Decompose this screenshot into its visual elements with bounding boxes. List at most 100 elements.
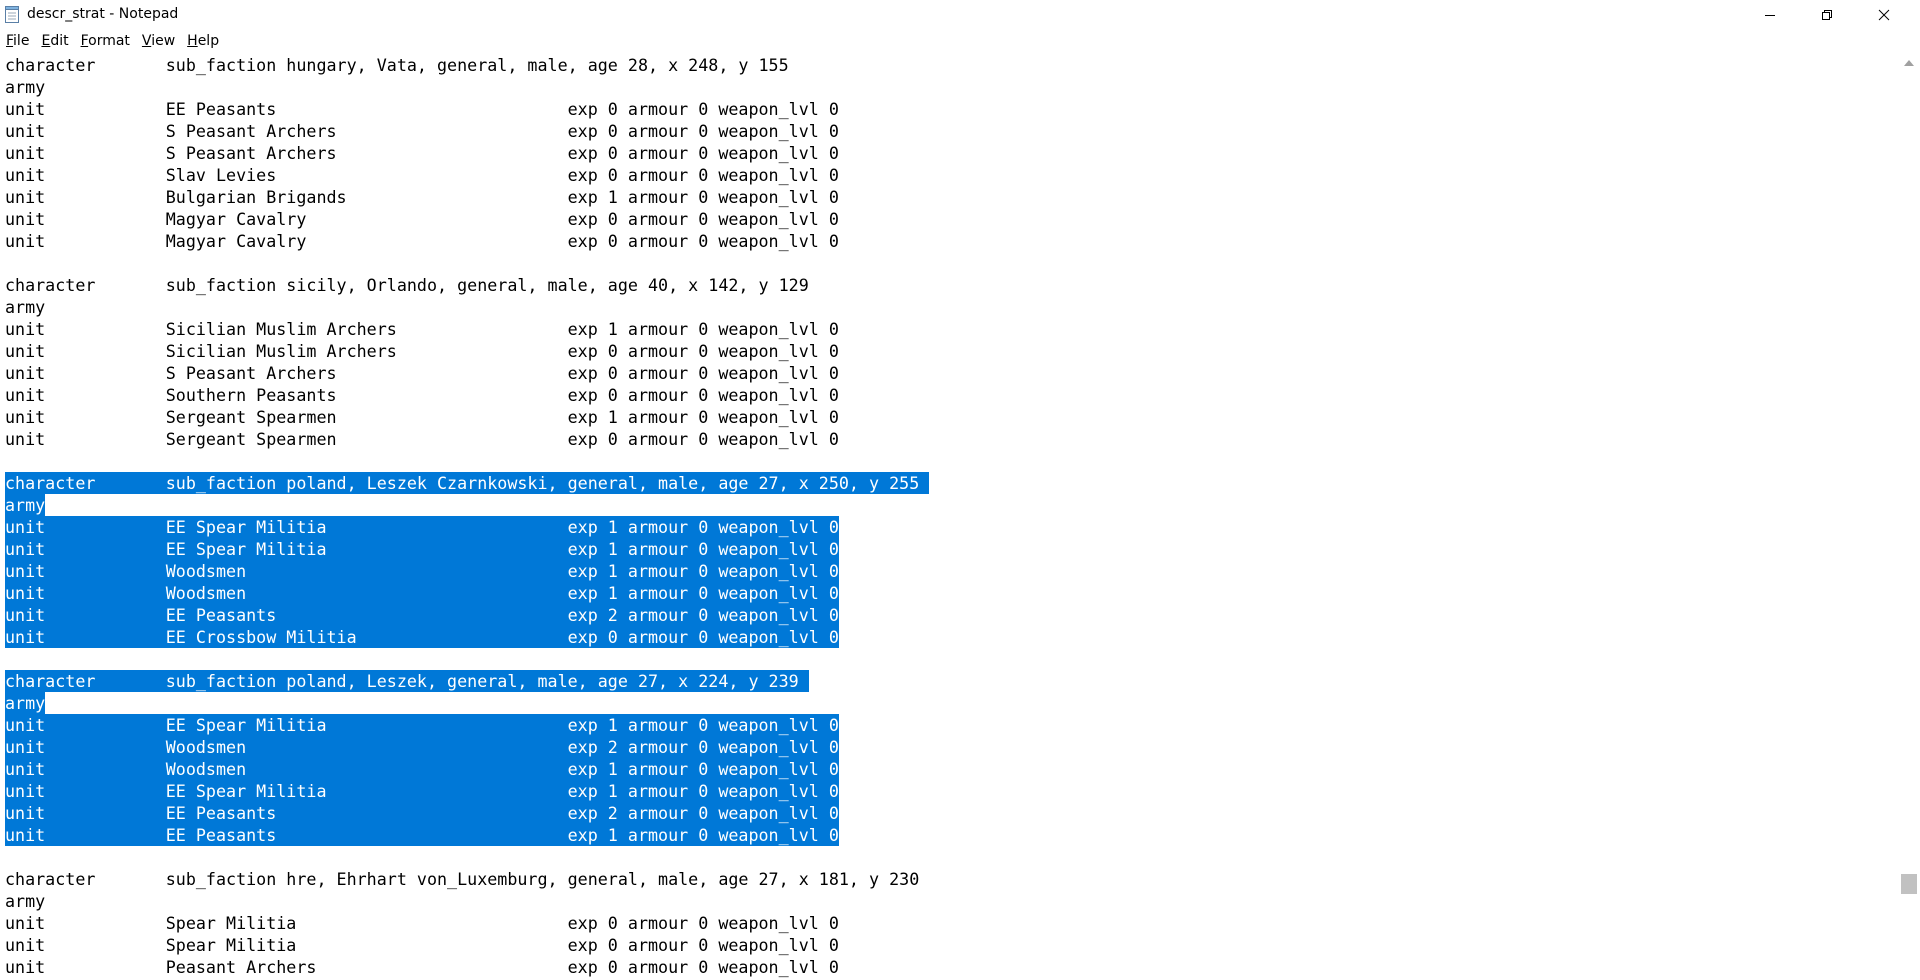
scroll-up-arrow-icon bbox=[1904, 60, 1914, 66]
text-line[interactable]: unit Bulgarian Brigands exp 1 armour 0 w… bbox=[5, 186, 929, 208]
scroll-thumb[interactable] bbox=[1901, 874, 1917, 894]
text-line[interactable]: unit EE Peasants exp 0 armour 0 weapon_l… bbox=[5, 98, 929, 120]
text-line[interactable]: character sub_faction poland, Leszek Cza… bbox=[5, 472, 930, 494]
text-line[interactable]: unit EE Crossbow Militia exp 0 armour 0 … bbox=[5, 626, 929, 648]
menu-file-mnemonic: F bbox=[6, 33, 14, 49]
text-line-content: unit Magyar Cavalry exp 0 armour 0 weapo… bbox=[5, 231, 839, 251]
vertical-scrollbar[interactable] bbox=[1898, 54, 1920, 980]
text-line-content: unit EE Peasants exp 0 armour 0 weapon_l… bbox=[5, 99, 839, 119]
menu-format-label: ormat bbox=[88, 33, 130, 49]
text-line[interactable]: army bbox=[5, 76, 929, 98]
text-line[interactable] bbox=[5, 252, 929, 274]
text-line-content: character sub_faction hungary, Vata, gen… bbox=[5, 55, 789, 75]
text-line[interactable]: unit EE Spear Militia exp 1 armour 0 wea… bbox=[5, 714, 929, 736]
title-bar[interactable]: descr_strat - Notepad bbox=[0, 0, 1920, 30]
text-line[interactable] bbox=[5, 846, 929, 868]
text-line-content: unit Magyar Cavalry exp 0 armour 0 weapo… bbox=[5, 209, 839, 229]
menu-bar: File Edit Format View Help bbox=[0, 30, 1920, 52]
text-line-content: unit EE Spear Militia exp 1 armour 0 wea… bbox=[5, 538, 839, 560]
text-editor[interactable]: character sub_faction hungary, Vata, gen… bbox=[0, 54, 1898, 980]
text-line-content: unit EE Peasants exp 2 armour 0 weapon_l… bbox=[5, 604, 839, 626]
text-line[interactable]: unit Peasant Archers exp 0 armour 0 weap… bbox=[5, 956, 929, 978]
text-line-content: unit EE Peasants exp 1 armour 0 weapon_l… bbox=[5, 824, 839, 846]
text-line-content: character sub_faction poland, Leszek Cza… bbox=[5, 472, 930, 494]
text-line[interactable]: unit Woodsmen exp 1 armour 0 weapon_lvl … bbox=[5, 582, 929, 604]
text-line-content: unit Woodsmen exp 1 armour 0 weapon_lvl … bbox=[5, 560, 839, 582]
text-line[interactable]: unit Sicilian Muslim Archers exp 1 armou… bbox=[5, 318, 929, 340]
text-line-content: unit Sergeant Spearmen exp 0 armour 0 we… bbox=[5, 429, 839, 449]
menu-edit-label: dit bbox=[50, 33, 69, 49]
text-line-content: army bbox=[5, 891, 46, 911]
text-line[interactable]: army bbox=[5, 890, 929, 912]
minimize-icon bbox=[1765, 15, 1775, 16]
menu-help[interactable]: Help bbox=[181, 30, 225, 52]
text-line[interactable] bbox=[5, 648, 929, 670]
text-line[interactable]: unit EE Spear Militia exp 1 armour 0 wea… bbox=[5, 516, 929, 538]
menu-edit[interactable]: Edit bbox=[35, 30, 74, 52]
close-button[interactable] bbox=[1856, 0, 1912, 30]
text-line[interactable]: character sub_faction poland, Leszek, ge… bbox=[5, 670, 929, 692]
text-line-content: unit EE Spear Militia exp 1 armour 0 wea… bbox=[5, 780, 839, 802]
text-line[interactable] bbox=[5, 450, 929, 472]
menu-format[interactable]: Format bbox=[75, 30, 136, 52]
menu-edit-mnemonic: E bbox=[41, 33, 51, 49]
close-icon bbox=[1878, 9, 1890, 21]
text-line-content: unit S Peasant Archers exp 0 armour 0 we… bbox=[5, 121, 839, 141]
menu-file[interactable]: File bbox=[0, 30, 35, 52]
text-line[interactable]: unit S Peasant Archers exp 0 armour 0 we… bbox=[5, 362, 929, 384]
text-line-content: army bbox=[5, 692, 46, 714]
text-line[interactable]: unit Woodsmen exp 2 armour 0 weapon_lvl … bbox=[5, 736, 929, 758]
text-line-content: unit Sicilian Muslim Archers exp 0 armou… bbox=[5, 341, 839, 361]
text-line[interactable]: unit S Peasant Archers exp 0 armour 0 we… bbox=[5, 142, 929, 164]
text-line-content: unit EE Peasants exp 2 armour 0 weapon_l… bbox=[5, 802, 839, 824]
text-line[interactable]: unit Sicilian Muslim Archers exp 0 armou… bbox=[5, 340, 929, 362]
text-line-content: army bbox=[5, 297, 46, 317]
text-line[interactable]: unit EE Spear Militia exp 1 armour 0 wea… bbox=[5, 538, 929, 560]
text-line-content: army bbox=[5, 494, 46, 516]
text-line-content: unit EE Crossbow Militia exp 0 armour 0 … bbox=[5, 626, 839, 648]
text-line[interactable]: army bbox=[5, 296, 929, 318]
menu-file-label: ile bbox=[13, 33, 30, 49]
text-line-content: unit Peasant Archers exp 0 armour 0 weap… bbox=[5, 957, 839, 977]
text-line-content: unit Slav Levies exp 0 armour 0 weapon_l… bbox=[5, 165, 839, 185]
text-line[interactable]: character sub_faction hre, Ehrhart von_L… bbox=[5, 868, 929, 890]
text-line[interactable]: character sub_faction sicily, Orlando, g… bbox=[5, 274, 929, 296]
text-line-content: unit Southern Peasants exp 0 armour 0 we… bbox=[5, 385, 839, 405]
text-line-content: unit Woodsmen exp 1 armour 0 weapon_lvl … bbox=[5, 582, 839, 604]
text-line-content: character sub_faction hre, Ehrhart von_L… bbox=[5, 869, 920, 889]
text-line[interactable]: unit Spear Militia exp 0 armour 0 weapon… bbox=[5, 934, 929, 956]
text-line[interactable]: unit S Peasant Archers exp 0 armour 0 we… bbox=[5, 120, 929, 142]
text-content[interactable]: character sub_faction hungary, Vata, gen… bbox=[5, 54, 930, 978]
scroll-up-button[interactable] bbox=[1898, 54, 1920, 72]
restore-button[interactable] bbox=[1799, 0, 1855, 30]
text-line[interactable]: unit Woodsmen exp 1 armour 0 weapon_lvl … bbox=[5, 560, 929, 582]
minimize-button[interactable] bbox=[1742, 0, 1798, 30]
text-line[interactable]: unit Slav Levies exp 0 armour 0 weapon_l… bbox=[5, 164, 929, 186]
text-line-content: army bbox=[5, 77, 46, 97]
text-line[interactable]: army bbox=[5, 494, 929, 516]
menu-help-label: elp bbox=[197, 33, 220, 49]
text-line[interactable]: unit Magyar Cavalry exp 0 armour 0 weapo… bbox=[5, 230, 929, 252]
text-line-content: unit Sicilian Muslim Archers exp 1 armou… bbox=[5, 319, 839, 339]
menu-view[interactable]: View bbox=[136, 30, 181, 52]
text-line[interactable]: unit EE Peasants exp 2 armour 0 weapon_l… bbox=[5, 802, 929, 824]
text-line[interactable]: unit Magyar Cavalry exp 0 armour 0 weapo… bbox=[5, 208, 929, 230]
text-line[interactable]: unit Southern Peasants exp 0 armour 0 we… bbox=[5, 384, 929, 406]
text-line[interactable]: character sub_faction hungary, Vata, gen… bbox=[5, 54, 929, 76]
menu-view-label: iew bbox=[151, 33, 176, 49]
text-line[interactable]: unit EE Peasants exp 2 armour 0 weapon_l… bbox=[5, 604, 929, 626]
text-line[interactable]: unit EE Spear Militia exp 1 armour 0 wea… bbox=[5, 780, 929, 802]
notepad-icon[interactable] bbox=[4, 6, 20, 23]
text-line[interactable]: unit Sergeant Spearmen exp 1 armour 0 we… bbox=[5, 406, 929, 428]
text-line-content: unit Sergeant Spearmen exp 1 armour 0 we… bbox=[5, 407, 839, 427]
window-title: descr_strat - Notepad bbox=[27, 6, 179, 22]
text-line-content: unit Bulgarian Brigands exp 1 armour 0 w… bbox=[5, 187, 839, 207]
text-line[interactable]: unit Sergeant Spearmen exp 0 armour 0 we… bbox=[5, 428, 929, 450]
text-line-content: unit EE Spear Militia exp 1 armour 0 wea… bbox=[5, 714, 839, 736]
text-line[interactable]: unit Spear Militia exp 0 armour 0 weapon… bbox=[5, 912, 929, 934]
text-line[interactable]: unit Woodsmen exp 1 armour 0 weapon_lvl … bbox=[5, 758, 929, 780]
text-line-content: unit Spear Militia exp 0 armour 0 weapon… bbox=[5, 935, 839, 955]
menu-view-mnemonic: V bbox=[141, 33, 152, 49]
text-line[interactable]: army bbox=[5, 692, 929, 714]
text-line[interactable]: unit EE Peasants exp 1 armour 0 weapon_l… bbox=[5, 824, 929, 846]
